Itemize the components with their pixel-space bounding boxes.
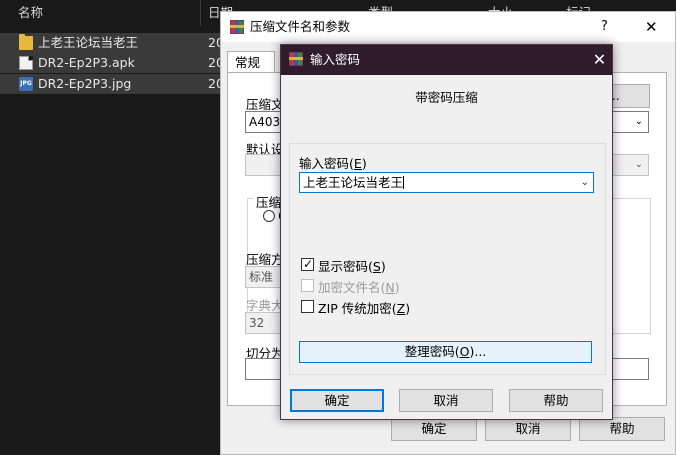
close-icon[interactable]: ✕ xyxy=(645,12,658,42)
close-icon[interactable]: ✕ xyxy=(586,45,613,75)
password-input[interactable]: 上老王论坛当老王 ⌄ xyxy=(299,172,594,193)
cancel-button[interactable]: 取消 xyxy=(485,417,571,441)
zip-legacy-encryption-checkbox[interactable] xyxy=(301,300,314,313)
dialog-titlebar[interactable]: 压缩文件名和参数 ? ✕ xyxy=(221,12,675,42)
file-row-jpg[interactable]: JPG DR2-Ep2P3.jpg 20 xyxy=(0,74,224,94)
password-label: 输入密码(E) xyxy=(299,156,367,171)
dialog-title: 输入密码 xyxy=(310,52,361,67)
ok-button[interactable]: 确定 xyxy=(391,417,477,441)
ok-button[interactable]: 确定 xyxy=(290,389,384,412)
help-button[interactable]: 帮助 xyxy=(579,417,665,441)
help-button[interactable]: 帮助 xyxy=(509,389,603,412)
zip-legacy-encryption-label: ZIP 传统加密(Z) xyxy=(318,301,411,316)
file-name: DR2-Ep2P3.jpg xyxy=(38,76,132,91)
folder-icon xyxy=(19,34,33,50)
jpg-file-icon: JPG xyxy=(19,77,33,91)
file-name: DR2-Ep2P3.apk xyxy=(38,55,135,70)
encrypt-filenames-label: 加密文件名(N) xyxy=(318,280,400,295)
chevron-down-icon: ⌄ xyxy=(634,159,643,170)
file-row-folder[interactable]: 上老王论坛当老王 20 xyxy=(0,33,224,53)
checkmark-icon: ✓ xyxy=(302,257,314,271)
dialog-titlebar[interactable]: 输入密码 ✕ xyxy=(281,45,612,75)
chevron-down-icon: ⌄ xyxy=(634,116,643,127)
file-row-apk[interactable]: DR2-Ep2P3.apk 20 xyxy=(0,53,224,73)
show-password-label: 显示密码(S) xyxy=(318,259,386,274)
text-cursor xyxy=(403,176,405,189)
enter-password-dialog: 输入密码 ✕ 带密码压缩 输入密码(E) 上老王论坛当老王 ⌄ ✓ 显示密码(S… xyxy=(280,44,613,420)
help-icon[interactable]: ? xyxy=(601,12,608,42)
show-password-checkbox[interactable]: ✓ xyxy=(301,257,314,271)
file-icon xyxy=(19,56,33,70)
file-name: 上老王论坛当老王 xyxy=(38,35,139,50)
winrar-icon xyxy=(289,52,303,66)
organize-passwords-button[interactable]: 整理密码(O)... xyxy=(299,341,592,363)
encrypt-filenames-checkbox[interactable] xyxy=(301,279,314,292)
chevron-down-icon[interactable]: ⌄ xyxy=(581,173,589,192)
tab-general[interactable]: 常规 xyxy=(227,51,275,73)
cancel-button[interactable]: 取消 xyxy=(399,389,493,412)
winrar-icon xyxy=(230,20,244,34)
dialog-title: 压缩文件名和参数 xyxy=(250,19,351,34)
dialog-heading: 带密码压缩 xyxy=(415,90,478,105)
column-separator[interactable] xyxy=(200,0,201,26)
radio-button[interactable] xyxy=(263,210,275,222)
column-header-name[interactable]: 名称 xyxy=(18,0,43,26)
